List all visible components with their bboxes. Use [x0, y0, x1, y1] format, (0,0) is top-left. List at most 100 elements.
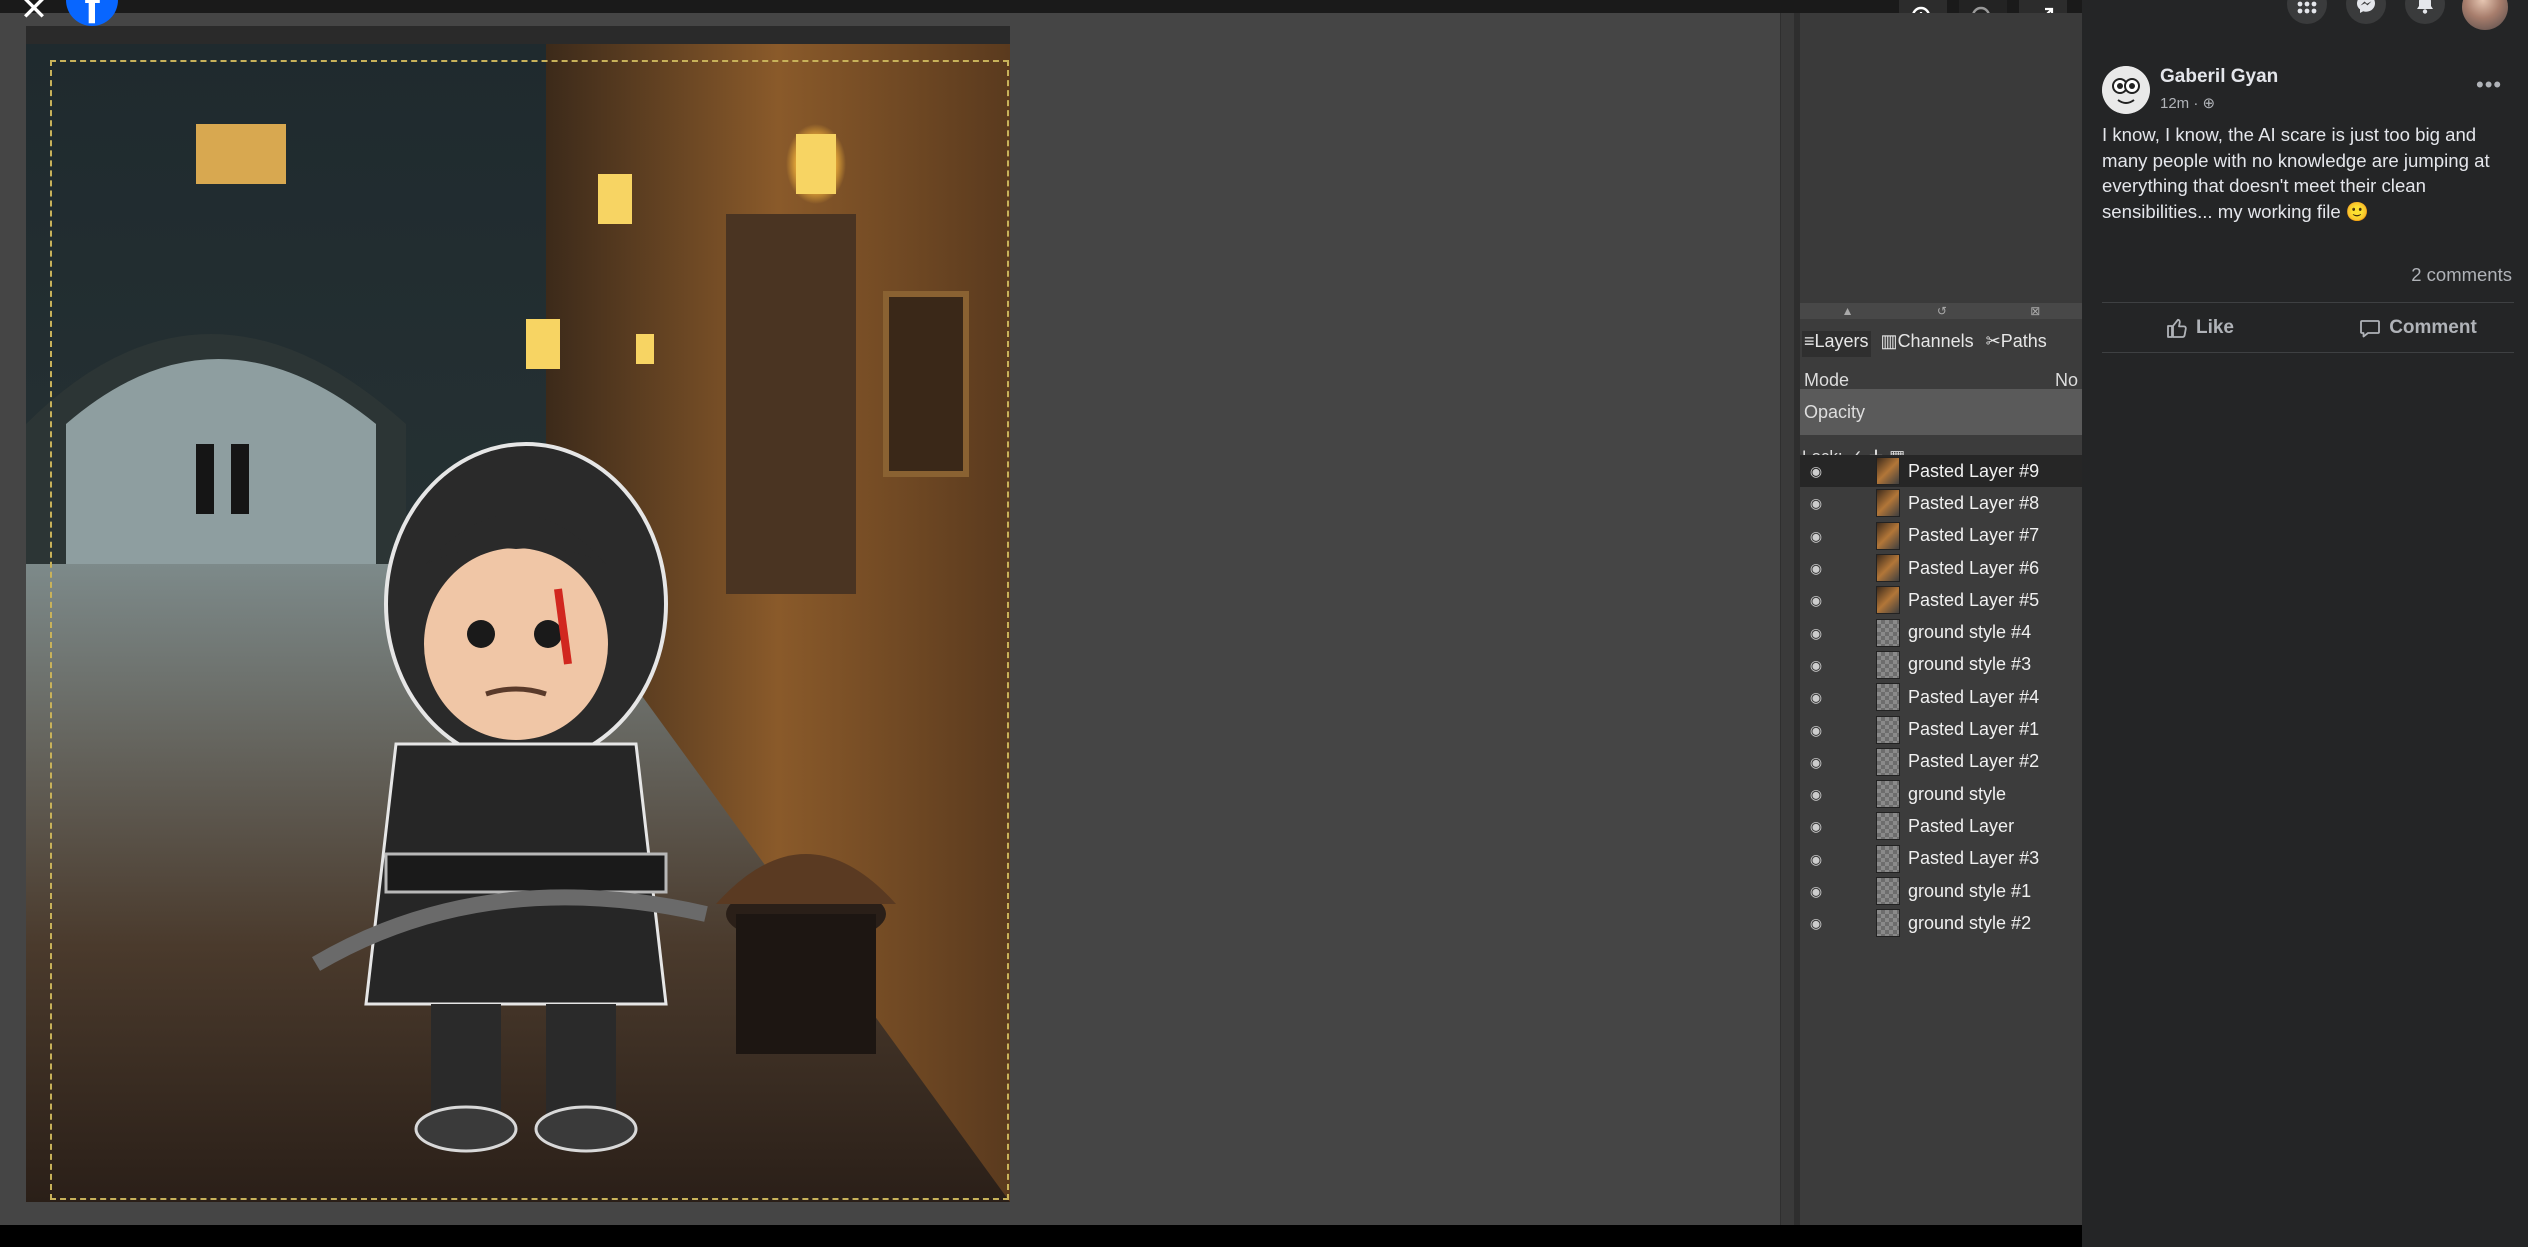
layer-thumbnail	[1876, 683, 1900, 712]
tab-layers[interactable]: ≡Layers	[1802, 331, 1871, 357]
dock-tool-row: ▲ ↺ ⊠	[1800, 303, 2082, 319]
eye-visibility-icon[interactable]: ◉	[1808, 657, 1824, 673]
layer-name: Pasted Layer #9	[1908, 460, 2040, 481]
apps-grid-icon	[2297, 1, 2317, 14]
post-author-name[interactable]: Gaberil Gyan	[2160, 66, 2278, 88]
eye-visibility-icon[interactable]: ◉	[1808, 786, 1824, 802]
eye-visibility-icon[interactable]: ◉	[1808, 754, 1824, 770]
layer-name: Pasted Layer #2	[1908, 751, 2040, 772]
eye-visibility-icon[interactable]: ◉	[1808, 722, 1824, 738]
layer-thumbnail	[1876, 780, 1900, 809]
eye-visibility-icon[interactable]: ◉	[1808, 915, 1824, 931]
layer-name: ground style #4	[1908, 622, 2032, 643]
layer-row[interactable]: ◉ ground style #2	[1800, 907, 2082, 939]
layer-name: Pasted Layer #6	[1908, 557, 2040, 578]
layer-name: Pasted Layer #8	[1908, 492, 2040, 513]
layer-row[interactable]: ◉ Pasted Layer #4	[1800, 681, 2082, 713]
layer-thumbnail	[1876, 812, 1900, 841]
layer-row[interactable]: ◉ ground style	[1800, 778, 2082, 810]
layer-row[interactable]: ◉ Pasted Layer #2	[1800, 746, 2082, 778]
close-viewer-button[interactable]: ✕	[14, 0, 54, 32]
mode-value[interactable]: No	[2055, 370, 2078, 391]
gimp-layers-dock: ▲ ↺ ⊠ ≡Layers ▥Channels ✂Paths Mode No O…	[1800, 13, 2082, 1225]
author-avatar-image	[2102, 66, 2150, 114]
comment-icon	[2360, 320, 2381, 338]
layer-thumbnail	[1876, 618, 1900, 647]
layer-row[interactable]: ◉ Pasted Layer #3	[1800, 843, 2082, 875]
eye-visibility-icon[interactable]: ◉	[1808, 883, 1824, 899]
bell-icon	[2417, 0, 2433, 14]
layer-row[interactable]: ◉ Pasted Layer	[1800, 810, 2082, 842]
layer-row[interactable]: ◉ Pasted Layer #5	[1800, 584, 2082, 616]
post-meta: 12m · ⊕	[2160, 95, 2216, 112]
layer-row[interactable]: ◉ ground style #4	[1800, 616, 2082, 648]
layer-thumbnail	[1876, 521, 1900, 550]
layer-name: Pasted Layer	[1908, 815, 2015, 836]
opacity-slider[interactable]: Opacity	[1800, 389, 2082, 435]
divider	[2102, 302, 2514, 303]
layer-name: ground style #3	[1908, 654, 2032, 675]
comment-label: Comment	[2389, 317, 2477, 338]
eye-visibility-icon[interactable]: ◉	[1808, 560, 1824, 576]
author-avatar[interactable]	[2102, 66, 2150, 114]
layer-name: ground style #1	[1908, 880, 2032, 901]
layer-name: Pasted Layer #1	[1908, 719, 2040, 740]
layer-row[interactable]: ◉ Pasted Layer #8	[1800, 487, 2082, 519]
like-label: Like	[2195, 317, 2235, 338]
canvas-vertical-scrollbar[interactable]	[1780, 13, 1795, 1225]
like-button[interactable]: Like	[2100, 308, 2300, 348]
layer-name: Pasted Layer #3	[1908, 848, 2040, 869]
layer-name: ground style #2	[1908, 912, 2032, 933]
layer-row[interactable]: ◉ Pasted Layer #7	[1800, 520, 2082, 552]
comments-count[interactable]: 2 comments	[2380, 264, 2512, 286]
layer-thumbnail	[1876, 586, 1900, 615]
layer-thumbnail	[1876, 747, 1900, 776]
layer-thumbnail	[1876, 877, 1900, 905]
layer-thumbnail	[1876, 489, 1900, 518]
layer-name: Pasted Layer #5	[1908, 589, 2040, 610]
dock-reset-icon[interactable]: ↺	[1937, 304, 1947, 318]
eye-visibility-icon[interactable]: ◉	[1808, 689, 1824, 705]
post-time[interactable]: 12m	[2160, 95, 2189, 112]
layer-row[interactable]: ◉ ground style #3	[1800, 649, 2082, 681]
thumbs-up-icon	[2167, 318, 2187, 338]
dock-anchor-icon[interactable]: ▲	[1842, 304, 1854, 318]
artwork-image	[26, 44, 1010, 1202]
mode-label: Mode	[1804, 369, 1850, 390]
viewer-top-bar	[0, 0, 2082, 13]
layer-thumbnail	[1876, 844, 1900, 873]
layer-thumbnail	[1876, 457, 1900, 486]
layer-name: Pasted Layer #7	[1908, 525, 2040, 546]
audience-globe-icon[interactable]: ⊕	[2203, 95, 2216, 112]
layer-name: Pasted Layer #4	[1908, 686, 2040, 707]
dock-tabs: ≡Layers ▥Channels ✂Paths	[1800, 331, 2084, 357]
layer-thumbnail	[1876, 715, 1900, 744]
layer-row[interactable]: ◉ Pasted Layer #1	[1800, 713, 2082, 745]
tab-paths[interactable]: ✂Paths	[1984, 331, 2049, 357]
eye-visibility-icon[interactable]: ◉	[1808, 592, 1824, 608]
layer-thumbnail	[1876, 909, 1900, 938]
eye-visibility-icon[interactable]: ◉	[1808, 818, 1824, 834]
layer-row[interactable]: ◉ Pasted Layer #6	[1800, 552, 2082, 584]
layer-name: ground style	[1908, 783, 2007, 804]
close-icon: ✕	[19, 0, 49, 28]
layer-row[interactable]: ◉ ground style #1	[1800, 875, 2082, 907]
layer-thumbnail	[1876, 650, 1900, 679]
divider	[2102, 352, 2514, 353]
messenger-icon	[2357, 0, 2375, 13]
eye-visibility-icon[interactable]: ◉	[1808, 528, 1824, 544]
layer-thumbnail	[1876, 554, 1900, 583]
opacity-label: Opacity	[1804, 401, 1866, 422]
post-text: I know, I know, the AI scare is just too…	[2102, 124, 2490, 222]
eye-visibility-icon[interactable]: ◉	[1808, 463, 1824, 479]
eye-visibility-icon[interactable]: ◉	[1808, 625, 1824, 641]
layers-list: ◉ Pasted Layer #9 ◉ Pasted Layer #8 ◉ Pasted …	[1800, 455, 2082, 939]
eye-visibility-icon[interactable]: ◉	[1808, 495, 1824, 511]
tab-channels[interactable]: ▥Channels	[1879, 331, 1976, 357]
dock-close-icon[interactable]: ⊠	[2030, 304, 2040, 318]
layer-row[interactable]: ◉ Pasted Layer #9	[1800, 455, 2082, 488]
comment-button[interactable]: Comment	[2318, 308, 2518, 348]
dock-empty-area	[1800, 13, 2082, 303]
eye-visibility-icon[interactable]: ◉	[1808, 851, 1824, 867]
post-options-button[interactable]: •••	[2476, 72, 2502, 98]
